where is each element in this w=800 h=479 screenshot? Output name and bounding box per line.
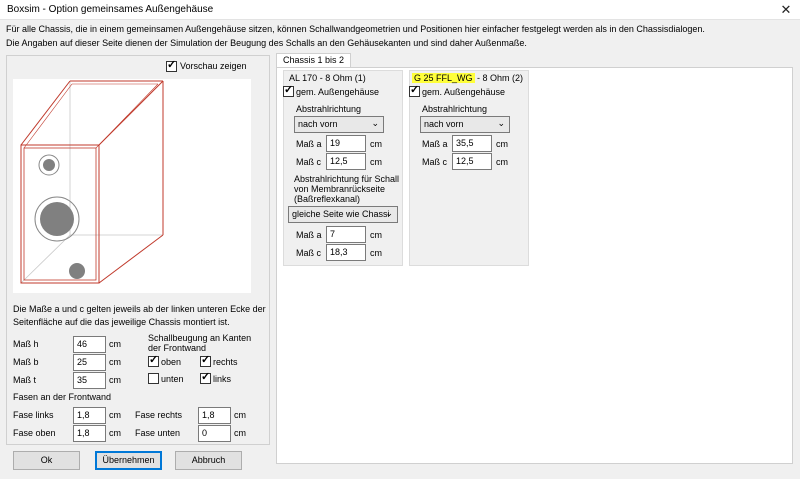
apply-button[interactable]: Übernehmen	[95, 451, 162, 470]
intro-line-1: Für alle Chassis, die in einem gemeinsam…	[6, 24, 705, 34]
chassis-1-c-label: Maß c	[296, 157, 322, 167]
box-preview-drawing	[20, 80, 164, 284]
dim-t-input[interactable]: 35	[73, 372, 106, 389]
chassis-2-title: G 25 FFL_WG - 8 Ohm (2)	[412, 73, 523, 83]
title-bar: Boxsim - Option gemeinsames Außengehäuse…	[0, 0, 800, 20]
fase-rechts-unit: cm	[234, 410, 246, 420]
dim-h-unit: cm	[109, 339, 121, 349]
intro-line-2: Die Angaben auf dieser Seite dienen der …	[6, 38, 527, 48]
box-preview	[13, 79, 251, 293]
edge-links-checkbox[interactable]	[200, 371, 211, 384]
close-icon[interactable]: ✕	[776, 1, 796, 19]
fase-oben-label: Fase oben	[13, 428, 56, 438]
edge-oben-label: oben	[161, 357, 182, 367]
fasen-title: Fasen an der Frontwand	[13, 392, 112, 402]
edge-rechts-checkbox[interactable]	[200, 354, 211, 367]
chassis-2-a-unit: cm	[496, 139, 508, 149]
chassis-1-ra-unit: cm	[370, 230, 382, 240]
fase-links-input[interactable]: 1,8	[73, 407, 106, 424]
chassis-2-a-label: Maß a	[422, 139, 448, 149]
chassis-2-common-checkbox[interactable]	[409, 84, 420, 97]
preview-checkbox[interactable]	[166, 59, 177, 72]
chassis-1-title: AL 170 - 8 Ohm (1)	[289, 73, 366, 83]
fase-links-label: Fase links	[13, 410, 54, 420]
chassis-2-c-unit: cm	[496, 157, 508, 167]
fase-unten-label: Fase unten	[135, 428, 181, 438]
chassis-1-direction-select[interactable]: nach vorn ⌄	[294, 116, 384, 133]
chassis-1-rear-line-3: (Baßreflexkanal)	[294, 194, 361, 204]
chassis-1-rear-line-1: Abstrahlrichtung für Schall	[294, 174, 400, 184]
chassis-2-common-label: gem. Außengehäuse	[422, 87, 506, 97]
chassis-2-direction-label: Abstrahlrichtung	[422, 104, 488, 114]
dim-h-label: Maß h	[13, 339, 39, 349]
chassis-2-a-input[interactable]: 35,5	[452, 135, 492, 152]
dim-t-unit: cm	[109, 375, 121, 385]
cancel-button[interactable]: Abbruch	[175, 451, 242, 470]
fase-links-unit: cm	[109, 410, 121, 420]
chevron-down-icon: ⌄	[497, 118, 505, 128]
chassis-1-a-input[interactable]: 19	[326, 135, 366, 152]
chassis-2-title-highlight: G 25 FFL_WG	[412, 73, 475, 83]
ok-button[interactable]: Ok	[13, 451, 80, 470]
dim-b-input[interactable]: 25	[73, 354, 106, 371]
preview-label: Vorschau zeigen	[180, 61, 247, 71]
tab-chassis-1-2[interactable]: Chassis 1 bis 2	[276, 53, 352, 68]
edge-oben-checkbox[interactable]	[148, 354, 159, 367]
window-title: Boxsim - Option gemeinsames Außengehäuse	[7, 4, 214, 15]
fase-oben-input[interactable]: 1,8	[73, 425, 106, 442]
fase-unten-unit: cm	[234, 428, 246, 438]
chassis-1-rear-direction-value: gleiche Seite wie Chassi	[292, 209, 390, 219]
chassis-2-c-input[interactable]: 12,5	[452, 153, 492, 170]
diffraction-title-2: der Frontwand	[148, 343, 207, 353]
chassis-1-rc-unit: cm	[370, 248, 382, 258]
chassis-2-direction-select[interactable]: nach vorn ⌄	[420, 116, 510, 133]
chassis-1-common-checkbox[interactable]	[283, 84, 294, 97]
chassis-1-rc-input[interactable]: 18,3	[326, 244, 366, 261]
chassis-1-c-input[interactable]: 12,5	[326, 153, 366, 170]
diffraction-title-1: Schallbeugung an Kanten	[148, 333, 252, 343]
edge-unten-checkbox[interactable]	[148, 373, 159, 384]
edge-rechts-label: rechts	[213, 357, 238, 367]
edge-links-label: links	[213, 374, 232, 384]
chevron-down-icon: ⌄	[371, 118, 379, 128]
fase-oben-unit: cm	[109, 428, 121, 438]
dim-b-label: Maß b	[13, 357, 39, 367]
chassis-1-ra-input[interactable]: 7	[326, 226, 366, 243]
chevron-down-icon: ⌄	[385, 208, 393, 218]
chassis-1-direction-value: nach vorn	[298, 119, 338, 129]
chassis-2-direction-value: nach vorn	[424, 119, 464, 129]
chassis-1-a-unit: cm	[370, 139, 382, 149]
dim-h-input[interactable]: 46	[73, 336, 106, 353]
fase-unten-input[interactable]: 0	[198, 425, 231, 442]
chassis-1-c-unit: cm	[370, 157, 382, 167]
dim-b-unit: cm	[109, 357, 121, 367]
chassis-1-rc-label: Maß c	[296, 248, 322, 258]
dim-t-label: Maß t	[13, 375, 37, 385]
chassis-1-rear-line-2: von Membranrückseite	[294, 184, 386, 194]
edge-unten-label: unten	[161, 374, 184, 384]
chassis-1-ra-label: Maß a	[296, 230, 322, 240]
fase-rechts-input[interactable]: 1,8	[198, 407, 231, 424]
chassis-2-c-label: Maß c	[422, 157, 448, 167]
chassis-1-rear-direction-select[interactable]: gleiche Seite wie Chassi ⌄	[288, 206, 398, 223]
chassis-1-a-label: Maß a	[296, 139, 322, 149]
note-line-2: Seitenfläche auf die das jeweilige Chass…	[13, 317, 230, 327]
chassis-1-direction-label: Abstrahlrichtung	[296, 104, 362, 114]
chassis-2-title-rest: - 8 Ohm (2)	[474, 73, 524, 83]
chassis-1-common-label: gem. Außengehäuse	[296, 87, 380, 97]
fase-rechts-label: Fase rechts	[135, 410, 183, 420]
note-line-1: Die Maße a und c gelten jeweils ab der l…	[13, 304, 266, 314]
